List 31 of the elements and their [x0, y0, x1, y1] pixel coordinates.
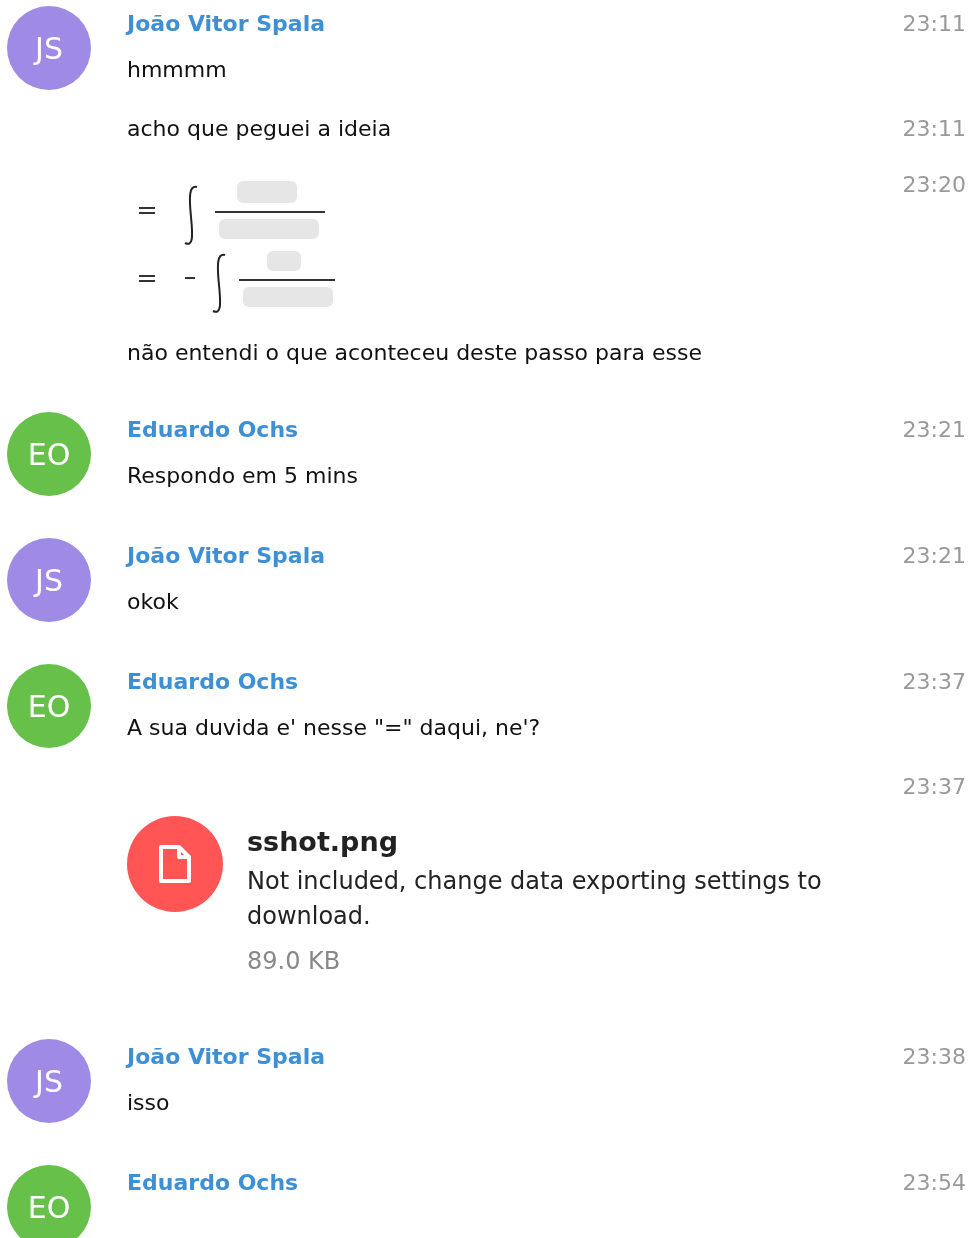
message-text: A sua duvida e' nesse "=" daqui, ne'?: [127, 714, 542, 742]
avatar: EO: [7, 1165, 91, 1238]
avatar: JS: [7, 1039, 91, 1123]
sender-name: João Vitor Spala: [127, 1043, 326, 1071]
message-text: não entendi o que aconteceu deste passo para esse: [127, 339, 704, 367]
message-text: hmmmm: [127, 56, 228, 84]
avatar: JS: [7, 538, 91, 622]
sender-name: João Vitor Spala: [127, 10, 326, 38]
message-time: 23:21: [902, 416, 966, 444]
message-time: 23:54: [902, 1169, 966, 1197]
sender-name: Eduardo Ochs: [127, 1169, 299, 1197]
avatar: EO: [7, 412, 91, 496]
sender-name: João Vitor Spala: [127, 542, 326, 570]
message-text: okok: [127, 588, 180, 616]
message-text: Respondo em 5 mins: [127, 462, 359, 490]
message-time: 23:20: [902, 171, 966, 199]
avatar: JS: [7, 6, 91, 90]
message-time: 23:37: [902, 668, 966, 696]
sender-name: Eduardo Ochs: [127, 668, 299, 696]
message-time: 23:38: [902, 1043, 966, 1071]
message-text: acho que peguei a ideia: [127, 115, 392, 143]
message-time: 23:11: [902, 10, 966, 38]
avatar: EO: [7, 664, 91, 748]
message-time: 23:11: [902, 115, 966, 143]
message-time: 23:21: [902, 542, 966, 570]
message-time: 23:37: [902, 773, 966, 801]
sender-name: Eduardo Ochs: [127, 416, 299, 444]
message-text: isso: [127, 1089, 171, 1117]
file-size: 89.0 KB: [247, 946, 342, 977]
file-description: Not included, change data exporting settings to download.: [247, 866, 823, 932]
file-name: sshot.png: [247, 825, 399, 859]
